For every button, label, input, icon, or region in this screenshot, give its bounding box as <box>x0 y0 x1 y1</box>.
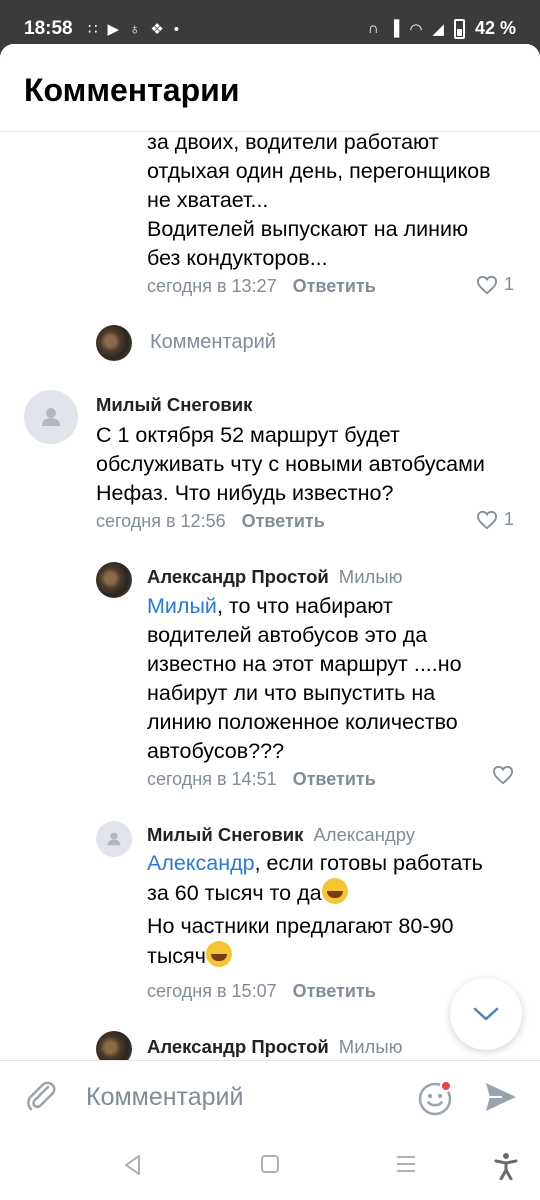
comment-line: Александр, если готовы работать <box>147 849 527 878</box>
page-title: Комментарии <box>24 72 240 108</box>
comments-sheet: Комментарии за двоих, водители работают … <box>0 44 540 1130</box>
like-count: 1 <box>503 274 514 294</box>
reply-to[interactable]: Милыю <box>339 566 403 587</box>
avatar[interactable] <box>96 821 132 857</box>
navigation-bar <box>0 1130 540 1200</box>
reply-button[interactable]: Ответить <box>293 981 376 1001</box>
comment-meta: сегодня в 13:27 Ответить <box>147 276 376 297</box>
comment-line-text: за 60 тысяч то да <box>147 881 322 905</box>
comment-text: Александр, если готовы работать за 60 ты… <box>147 849 527 971</box>
mention-link[interactable]: Александр <box>147 851 255 875</box>
comment-time: сегодня в 14:51 <box>147 769 277 789</box>
comment-text: за двоих, водители работают отдыхая один… <box>147 128 527 273</box>
wifi-icon: ◠ <box>409 20 423 38</box>
comment-time: сегодня в 13:27 <box>147 276 277 296</box>
send-icon[interactable] <box>484 1081 518 1113</box>
avatar[interactable] <box>24 390 78 444</box>
comment-line: отдыхая один день, перегонщиков <box>147 159 491 183</box>
chevron-down-icon <box>473 1007 499 1021</box>
user-icon <box>42 408 60 426</box>
comment-time: сегодня в 15:07 <box>147 981 277 1001</box>
comment-composer: Комментарий <box>0 1060 540 1130</box>
user-icon <box>107 832 121 846</box>
comment-line-rest: , если готовы работать <box>254 851 483 875</box>
write-comment-button[interactable]: Комментарий <box>150 331 276 354</box>
comment-meta: сегодня в 14:51 Ответить <box>147 769 376 790</box>
ok-icon: ♁ <box>129 21 141 38</box>
reply-to[interactable]: Милыю <box>339 1036 403 1057</box>
mention-link[interactable]: Милый <box>147 594 217 618</box>
reply-button[interactable]: Ответить <box>293 276 376 296</box>
author-name[interactable]: Александр Простой <box>147 566 329 587</box>
youtube-icon: ▶ <box>107 21 120 38</box>
menu-icon[interactable] <box>395 1154 417 1174</box>
cast-icon: ∷ <box>88 21 98 38</box>
comment-line: не хватает... <box>147 188 269 212</box>
comment-line: линию положенное количество <box>147 710 458 734</box>
accessibility-icon[interactable] <box>494 1152 518 1180</box>
rofl-emoji-icon <box>205 941 232 967</box>
headphones-icon: ∩ <box>367 20 379 37</box>
reply-button[interactable]: Ответить <box>242 511 325 531</box>
system-icons: ∩ ▐ ◠ ◢ 42 % <box>368 18 516 39</box>
battery-icon <box>453 18 465 39</box>
comments-feed[interactable]: за двоих, водители работают отдыхая один… <box>0 44 540 1130</box>
vibrate-icon: ▐ <box>388 20 400 37</box>
battery-level: 42 % <box>474 18 516 38</box>
comment-line-text: Но частники предлагают 80-90 <box>147 914 454 938</box>
my-avatar <box>96 325 132 361</box>
comment-line: обслуживать чту с новыми автобусами <box>96 452 485 476</box>
comment-line: без кондукторов... <box>147 246 328 270</box>
comment-line: Но частники предлагают 80-90 <box>147 912 527 941</box>
signal-icon: ◢ <box>432 20 444 38</box>
heart-icon <box>476 275 497 294</box>
notification-icons: ∷ ▶ ♁ ❖ • <box>88 20 179 40</box>
author-name[interactable]: Милый Снеговик <box>147 824 303 845</box>
comment-line: Нефаз. Что нибудь известно? <box>96 481 394 505</box>
author-name[interactable]: Александр Простой <box>147 1036 329 1057</box>
comment-author: Александр Простой Милыю <box>147 566 403 588</box>
comment-line: водителей автобусов это да <box>147 623 428 647</box>
comment-input[interactable]: Комментарий <box>86 1083 243 1112</box>
like-button[interactable]: 1 <box>476 509 514 530</box>
comment-meta: сегодня в 15:07 Ответить <box>147 981 376 1002</box>
comment-time: сегодня в 12:56 <box>96 511 226 531</box>
comment-text: Милый, то что набирают водителей автобус… <box>147 592 527 766</box>
comment-line: автобусов??? <box>147 739 285 763</box>
heart-icon <box>476 510 497 529</box>
comment-meta: сегодня в 12:56 Ответить <box>96 511 325 532</box>
comment-line: за 60 тысяч то да <box>147 878 527 908</box>
attach-icon[interactable] <box>22 1077 60 1115</box>
comment-author: Александр Простой Милыю <box>147 1036 403 1058</box>
comment-line: набирут ли что выпустить на <box>147 681 436 705</box>
vk-icon: ❖ <box>150 21 164 38</box>
comment-line: известно на этот маршрут ....но <box>147 652 462 676</box>
emoji-icon[interactable] <box>416 1079 454 1117</box>
comment-line: Водителей выпускают на линию <box>147 217 469 241</box>
reply-button[interactable]: Ответить <box>293 769 376 789</box>
comment-line: за двоих, водители работают <box>147 130 439 154</box>
comment-text: С 1 октября 52 маршрут будет обслуживать… <box>96 421 526 508</box>
sheet-header: Комментарии <box>0 44 540 132</box>
home-icon[interactable] <box>260 1154 280 1174</box>
dot-icon: • <box>173 21 180 38</box>
heart-icon <box>492 765 514 785</box>
status-time: 18:58 <box>24 18 73 39</box>
comment-line-rest: , то что набирают <box>216 594 393 618</box>
scroll-down-button[interactable] <box>450 978 522 1050</box>
comment-line: тысяч <box>147 941 527 971</box>
comment-author[interactable]: Милый Снеговик <box>96 394 252 416</box>
rofl-emoji-icon <box>321 878 348 904</box>
back-icon[interactable] <box>123 1154 143 1176</box>
like-button[interactable]: 1 <box>476 274 514 295</box>
like-count: 1 <box>503 509 514 529</box>
like-button[interactable] <box>492 765 514 785</box>
comment-line-text: тысяч <box>147 944 206 968</box>
comment-line: С 1 октября 52 маршрут будет <box>96 423 400 447</box>
avatar[interactable] <box>96 562 132 598</box>
comment-line: Милый, то что набирают <box>147 592 527 621</box>
reply-to[interactable]: Александру <box>313 824 415 845</box>
comment-author: Милый Снеговик Александру <box>147 824 415 846</box>
